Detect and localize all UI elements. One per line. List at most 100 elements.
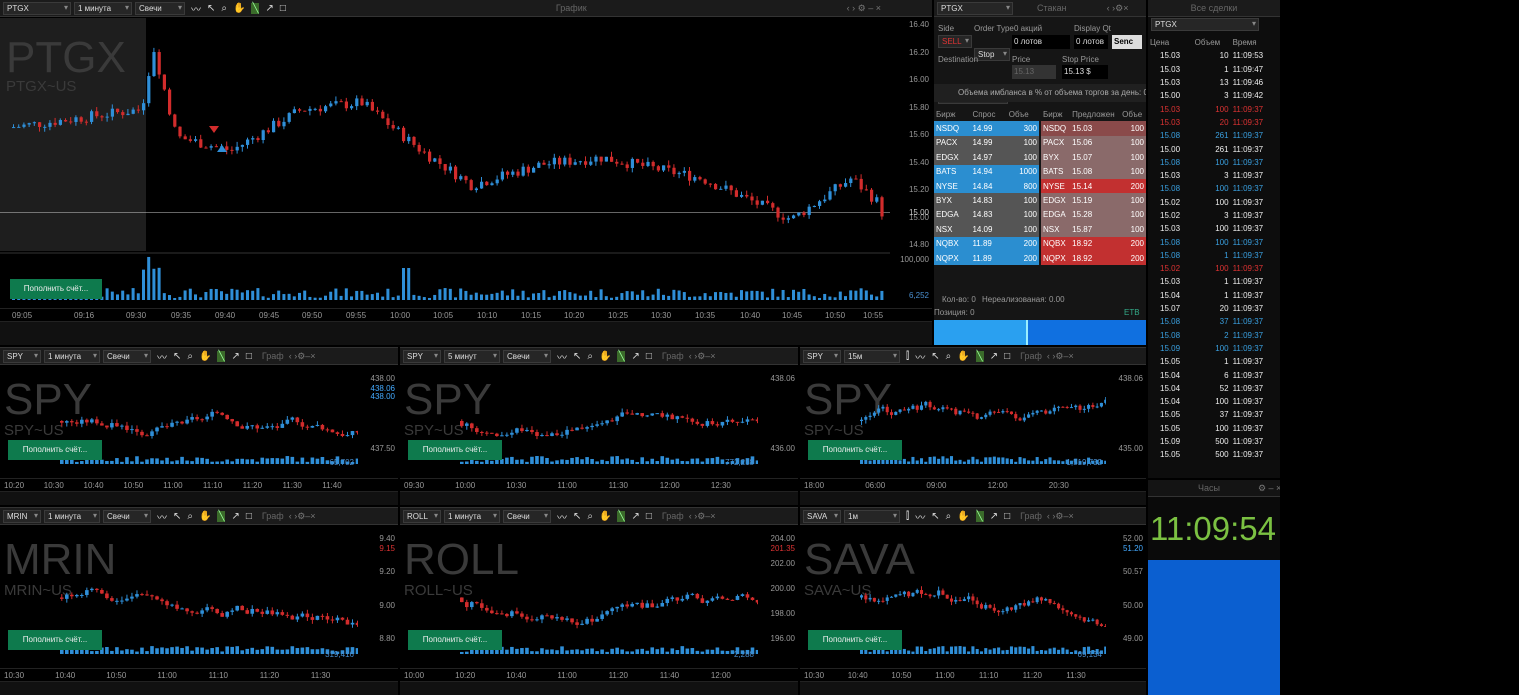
dom-row[interactable]: PACX 15.06 100 [1041, 135, 1146, 151]
dom-symbol-select[interactable]: PTGX [937, 1, 1013, 15]
dom-row[interactable]: NSX 14.09 100 [934, 222, 1039, 237]
zoom-icon[interactable]: ⌕ [587, 511, 593, 522]
chart-type-select[interactable]: Свечи [135, 1, 185, 15]
window-controls[interactable]: ‹ › ⚙ – × [847, 3, 881, 14]
chart-type-select[interactable]: Свечи [103, 509, 151, 523]
rect-tool-icon[interactable]: □ [646, 351, 652, 362]
indicator-icon[interactable]: 〰 [557, 509, 567, 524]
indicator-icon[interactable]: 〰 [557, 349, 567, 364]
fund-account-button[interactable]: Пополнить счёт... [808, 630, 902, 650]
main-navigator[interactable] [0, 321, 932, 345]
dom-row[interactable]: NQBX 11.89 200 [934, 236, 1039, 251]
hand-icon[interactable]: ✋ [199, 511, 211, 522]
stop-price-input[interactable]: 15.13 $ [1062, 65, 1108, 79]
mini-navigator[interactable] [800, 491, 1146, 505]
dom-row[interactable]: NYSE 14.84 800 [934, 178, 1039, 194]
symbol-select[interactable]: SPY [803, 349, 841, 363]
chart-type-select[interactable]: Свечи [103, 349, 151, 363]
mini-navigator[interactable] [800, 681, 1146, 695]
hand-icon[interactable]: ✋ [957, 351, 969, 362]
symbol-select[interactable]: MRIN [3, 509, 41, 523]
indicator-icon[interactable]: 〰 [191, 1, 201, 16]
candle-type-icon[interactable]: ⫿ [906, 351, 909, 362]
clock-window-controls[interactable]: ⚙ – × [1258, 483, 1280, 494]
line-tool-icon[interactable]: ╲ [975, 510, 984, 522]
dom-row[interactable]: BYX 14.83 100 [934, 193, 1039, 208]
indicator-icon[interactable]: 〰 [915, 349, 925, 364]
dom-row[interactable]: NQPX 18.92 200 [1041, 250, 1146, 266]
indicator-icon[interactable]: 〰 [157, 509, 167, 524]
fund-account-button[interactable]: Пополнить счёт... [10, 279, 102, 299]
cursor-icon[interactable]: ↖ [173, 511, 181, 522]
quantity-input[interactable]: 0 лотов [1012, 35, 1070, 49]
line-tool-icon[interactable]: ╲ [975, 350, 984, 362]
cursor-icon[interactable]: ↖ [573, 351, 581, 362]
interval-select[interactable]: 1 минута [44, 349, 100, 363]
mini-navigator[interactable] [0, 491, 398, 505]
candle-type-icon[interactable]: ⫿ [906, 511, 909, 522]
zoom-icon[interactable]: ⌕ [587, 351, 593, 362]
dom-row[interactable]: NSX 15.87 100 [1041, 222, 1146, 237]
dom-row[interactable]: EDGA 14.83 100 [934, 207, 1039, 223]
zoom-icon[interactable]: ⌕ [946, 351, 952, 362]
rect-tool-icon[interactable]: □ [246, 511, 252, 522]
cursor-icon[interactable]: ↖ [931, 511, 939, 522]
dom-row[interactable]: NSDQ 14.99 300 [934, 121, 1039, 136]
cursor-icon[interactable]: ↖ [573, 511, 581, 522]
window-controls[interactable]: ‹ ›⚙–× [1047, 351, 1074, 362]
arrow-tool-icon[interactable]: ↗ [990, 511, 998, 522]
fund-account-button[interactable]: Пополнить счёт... [808, 440, 902, 460]
line-tool-icon[interactable]: ╲ [217, 510, 226, 522]
send-button[interactable]: Senc [1112, 35, 1142, 49]
mini-navigator[interactable] [0, 681, 398, 695]
window-controls[interactable]: ‹ ›⚙–× [689, 351, 716, 362]
line-tool-icon[interactable]: ╲ [617, 510, 626, 522]
price-input[interactable]: 15.13 [1012, 65, 1056, 79]
dom-row[interactable]: NQBX 18.92 200 [1041, 236, 1146, 251]
hand-icon[interactable]: ✋ [199, 351, 211, 362]
window-controls[interactable]: ‹ ›⚙–× [1047, 511, 1074, 522]
line-tool-icon[interactable]: ╲ [617, 350, 626, 362]
dom-row[interactable]: NYSE 15.14 200 [1041, 178, 1146, 194]
rect-tool-icon[interactable]: □ [280, 3, 286, 14]
zoom-icon[interactable]: ⌕ [187, 351, 193, 362]
dom-row[interactable]: EDGA 15.28 100 [1041, 207, 1146, 223]
symbol-select[interactable]: SAVA [803, 509, 841, 523]
rect-tool-icon[interactable]: □ [246, 351, 252, 362]
dom-row[interactable]: BATS 14.94 1000 [934, 164, 1039, 179]
cursor-icon[interactable]: ↖ [173, 351, 181, 362]
side-select[interactable]: SELL [938, 35, 972, 48]
window-controls[interactable]: ‹ ›⚙–× [289, 351, 316, 362]
line-tool-icon[interactable]: ╲ [217, 350, 226, 362]
fund-account-button[interactable]: Пополнить счёт... [8, 440, 102, 460]
line-tool-icon[interactable]: ╲ [251, 2, 260, 14]
interval-select[interactable]: 1 минута [444, 509, 500, 523]
arrow-tool-icon[interactable]: ↗ [231, 511, 239, 522]
fund-account-button[interactable]: Пополнить счёт... [408, 630, 502, 650]
symbol-select[interactable]: SPY [403, 349, 441, 363]
interval-select[interactable]: 5 минут [444, 349, 500, 363]
chart-type-select[interactable]: Свечи [503, 349, 551, 363]
dom-row[interactable]: EDGX 14.97 100 [934, 150, 1039, 165]
rect-tool-icon[interactable]: □ [1004, 511, 1010, 522]
arrow-tool-icon[interactable]: ↗ [265, 3, 273, 14]
symbol-select[interactable]: SPY [3, 349, 41, 363]
hand-icon[interactable]: ✋ [957, 511, 969, 522]
mini-navigator[interactable] [400, 681, 798, 695]
dom-row[interactable]: EDGX 15.19 100 [1041, 193, 1146, 208]
ts-symbol-select[interactable]: PTGX [1151, 18, 1259, 31]
indicator-icon[interactable]: 〰 [915, 509, 925, 524]
window-controls[interactable]: ‹ ›⚙–× [289, 511, 316, 522]
cursor-icon[interactable]: ↖ [207, 3, 215, 14]
dom-row[interactable]: NSDQ 15.03 100 [1041, 121, 1146, 136]
fund-account-button[interactable]: Пополнить счёт... [8, 630, 102, 650]
symbol-select[interactable]: PTGX [3, 1, 71, 15]
dom-row[interactable]: BATS 15.08 100 [1041, 164, 1146, 179]
zoom-icon[interactable]: ⌕ [221, 3, 227, 14]
dom-window-controls[interactable]: ‹ ›⚙× [1107, 3, 1129, 14]
hand-icon[interactable]: ✋ [599, 351, 611, 362]
arrow-tool-icon[interactable]: ↗ [990, 351, 998, 362]
mini-navigator[interactable] [400, 491, 798, 505]
arrow-tool-icon[interactable]: ↗ [631, 351, 639, 362]
fund-account-button[interactable]: Пополнить счёт... [408, 440, 502, 460]
